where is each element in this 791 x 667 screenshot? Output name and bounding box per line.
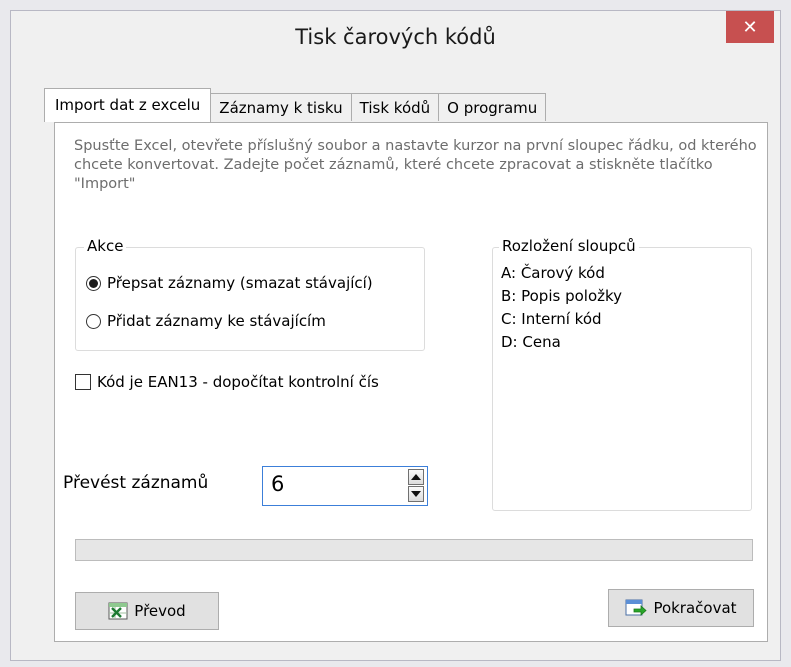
radio-button[interactable]: [86, 313, 101, 329]
window-frame: Tisk čarových kódů ✕ Import dat z excelu…: [10, 10, 781, 661]
tab-import-excel[interactable]: Import dat z excelu: [44, 88, 212, 122]
action-groupbox: Akce Přepsat záznamy (smazat stávající) …: [75, 237, 425, 351]
continue-button[interactable]: Pokračovat: [608, 589, 754, 627]
column-layout-title: Rozložení sloupců: [499, 237, 639, 255]
column-layout-line-d: D: Cena: [501, 333, 561, 351]
tab-bar: Import dat z excelu Záznamy k tisku Tisk…: [44, 88, 547, 125]
instructions-text: Spusťte Excel, otevřete příslušný soubor…: [74, 138, 757, 192]
column-layout-box: Rozložení sloupců A: Čarový kód B: Popis…: [492, 237, 752, 511]
radio-label: Přepsat záznamy (smazat stávající): [107, 274, 373, 292]
convert-count-stepper[interactable]: 6: [262, 466, 428, 506]
title-bar[interactable]: Tisk čarových kódů: [11, 11, 780, 71]
triangle-up-icon: [411, 474, 421, 480]
radio-append-records[interactable]: Přidat záznamy ke stávajícím: [86, 312, 326, 330]
tab-panel: Spusťte Excel, otevřete příslušný soubor…: [54, 122, 768, 642]
close-icon: ✕: [742, 16, 758, 38]
continue-arrow-icon: [625, 598, 648, 618]
ean13-checkbox-label: Kód je EAN13 - dopočítat kontrolní čís: [97, 373, 379, 391]
column-layout-line-a: A: Čarový kód: [501, 264, 605, 282]
radio-button-selected[interactable]: [86, 275, 101, 291]
spin-down-button[interactable]: [408, 486, 424, 502]
convert-button[interactable]: Převod: [75, 592, 219, 630]
tab-records-to-print[interactable]: Záznamy k tisku: [210, 93, 352, 121]
progress-bar: [75, 539, 753, 561]
spin-up-button[interactable]: [408, 469, 424, 485]
ean13-checkbox-row[interactable]: Kód je EAN13 - dopočítat kontrolní čís: [75, 373, 415, 391]
column-layout-line-b: B: Popis položky: [501, 287, 623, 305]
column-layout-line-c: C: Interní kód: [501, 310, 602, 328]
window-title: Tisk čarových kódů: [295, 25, 496, 49]
convert-count-value[interactable]: 6: [271, 472, 284, 496]
radio-label: Přidat záznamy ke stávajícím: [107, 312, 326, 330]
action-group-label: Akce: [84, 237, 127, 255]
close-button[interactable]: ✕: [726, 11, 774, 43]
excel-icon: [108, 602, 128, 620]
tab-print-codes[interactable]: Tisk kódů: [350, 93, 440, 121]
continue-button-label: Pokračovat: [653, 599, 737, 617]
convert-button-label: Převod: [134, 602, 186, 620]
radio-overwrite-records[interactable]: Přepsat záznamy (smazat stávající): [86, 274, 373, 292]
triangle-down-icon: [411, 491, 421, 497]
convert-count-label: Převést záznamů: [63, 473, 209, 493]
tab-about[interactable]: O programu: [438, 93, 547, 121]
ean13-checkbox[interactable]: [75, 374, 91, 390]
app-window: Tisk čarových kódů ✕ Import dat z excelu…: [0, 0, 791, 667]
